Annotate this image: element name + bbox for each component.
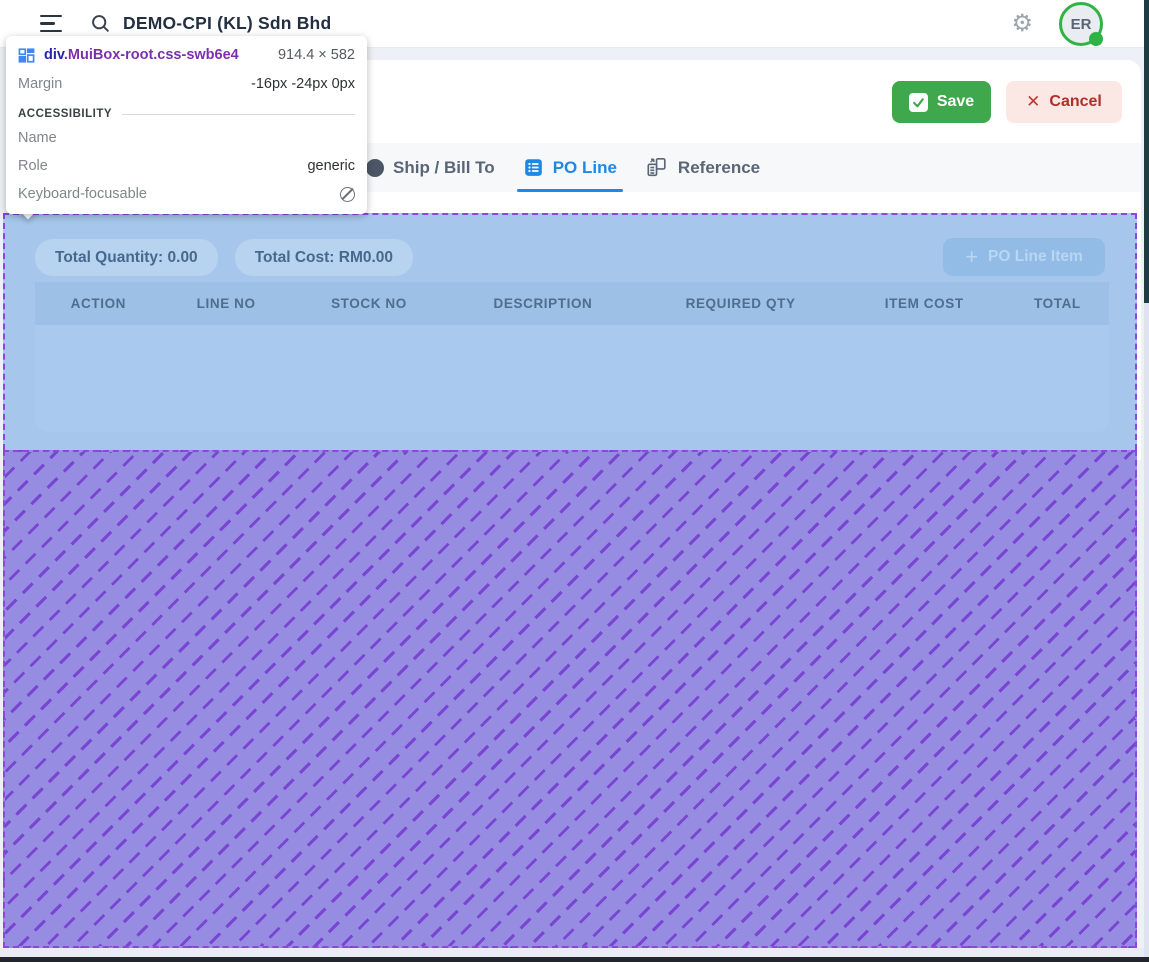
devtools-content-highlight: Total Quantity: 0.00 Total Cost: RM0.00 … xyxy=(3,213,1137,450)
save-check-icon xyxy=(909,93,928,112)
user-avatar[interactable]: ER xyxy=(1059,2,1103,46)
tab-po-line[interactable]: PO Line xyxy=(509,143,631,192)
total-cost-chip: Total Cost: RM0.00 xyxy=(235,239,413,276)
plus-icon: + xyxy=(965,246,978,268)
tab-label: PO Line xyxy=(553,158,617,178)
cancel-button[interactable]: ✕ Cancel xyxy=(1006,81,1122,123)
selector-tag: div xyxy=(44,47,64,63)
col-action: ACTION xyxy=(35,296,162,311)
inspected-selector: div.MuiBox-root.css-swb6e4 xyxy=(44,47,239,63)
window-bottom-edge xyxy=(0,957,1149,962)
accessibility-section-header: ACCESSIBILITY xyxy=(6,98,367,124)
po-line-table: ACTION LINE NO STOCK NO DESCRIPTION REQU… xyxy=(35,282,1109,432)
po-totals-row: Total Quantity: 0.00 Total Cost: RM0.00 xyxy=(35,239,413,276)
search-icon[interactable] xyxy=(90,13,111,34)
name-row: Name xyxy=(6,124,367,152)
ship-bill-icon xyxy=(366,159,384,177)
margin-value: -16px -24px 0px xyxy=(251,76,355,92)
role-value: generic xyxy=(307,158,355,174)
total-quantity-chip: Total Quantity: 0.00 xyxy=(35,239,218,276)
tab-label: Reference xyxy=(678,158,760,178)
online-status-dot xyxy=(1089,32,1103,46)
col-stock-no: STOCK NO xyxy=(291,296,448,311)
accessibility-label: ACCESSIBILITY xyxy=(18,108,112,120)
keyboard-focusable-row: Keyboard-focusable xyxy=(6,180,367,208)
avatar-initials: ER xyxy=(1071,16,1092,33)
menu-icon[interactable] xyxy=(40,15,62,33)
po-line-table-empty-body xyxy=(35,325,1109,432)
margin-row: Margin -16px -24px 0px xyxy=(6,70,367,98)
tab-reference[interactable]: Reference xyxy=(631,143,774,192)
devtools-margin-highlight xyxy=(3,450,1137,948)
page-bottom-gutter xyxy=(0,948,1149,957)
col-required-qty: REQUIRED QTY xyxy=(639,296,843,311)
scrollbar-track[interactable] xyxy=(1144,303,1149,962)
margin-label: Margin xyxy=(18,76,62,92)
add-po-line-item-label: PO Line Item xyxy=(988,248,1083,266)
keyboard-focusable-label: Keyboard-focusable xyxy=(18,186,147,202)
scrollbar-thumb[interactable] xyxy=(1144,0,1149,303)
devtools-inspect-tooltip: div.MuiBox-root.css-swb6e4 914.4 × 582 M… xyxy=(6,36,367,214)
element-dimensions: 914.4 × 582 xyxy=(278,47,355,63)
cancel-button-label: Cancel xyxy=(1049,93,1101,111)
add-po-line-item-button[interactable]: + PO Line Item xyxy=(943,238,1105,276)
tab-label: Ship / Bill To xyxy=(393,158,495,178)
section-divider xyxy=(122,114,355,115)
company-selector[interactable]: DEMO-CPI (KL) Sdn Bhd xyxy=(123,13,331,34)
save-button[interactable]: Save xyxy=(892,81,991,123)
name-label: Name xyxy=(18,130,57,146)
reference-docs-icon xyxy=(645,157,669,179)
col-item-cost: ITEM COST xyxy=(843,296,1006,311)
settings-gear-icon[interactable]: ⚙ xyxy=(1011,12,1033,36)
active-tab-underline xyxy=(517,189,623,193)
selector-classes: .MuiBox-root.css-swb6e4 xyxy=(64,47,239,63)
role-label: Role xyxy=(18,158,48,174)
po-line-table-header: ACTION LINE NO STOCK NO DESCRIPTION REQU… xyxy=(35,282,1109,325)
role-row: Role generic xyxy=(6,152,367,180)
col-description: DESCRIPTION xyxy=(447,296,638,311)
element-badge-icon xyxy=(18,48,35,63)
col-total: TOTAL xyxy=(1006,296,1109,311)
not-allowed-icon xyxy=(340,187,355,202)
col-line-no: LINE NO xyxy=(162,296,291,311)
save-button-label: Save xyxy=(937,93,974,111)
po-line-list-icon xyxy=(523,157,544,178)
tab-ship-bill-to[interactable]: Ship / Bill To xyxy=(352,143,509,192)
cancel-x-icon: ✕ xyxy=(1026,92,1040,112)
